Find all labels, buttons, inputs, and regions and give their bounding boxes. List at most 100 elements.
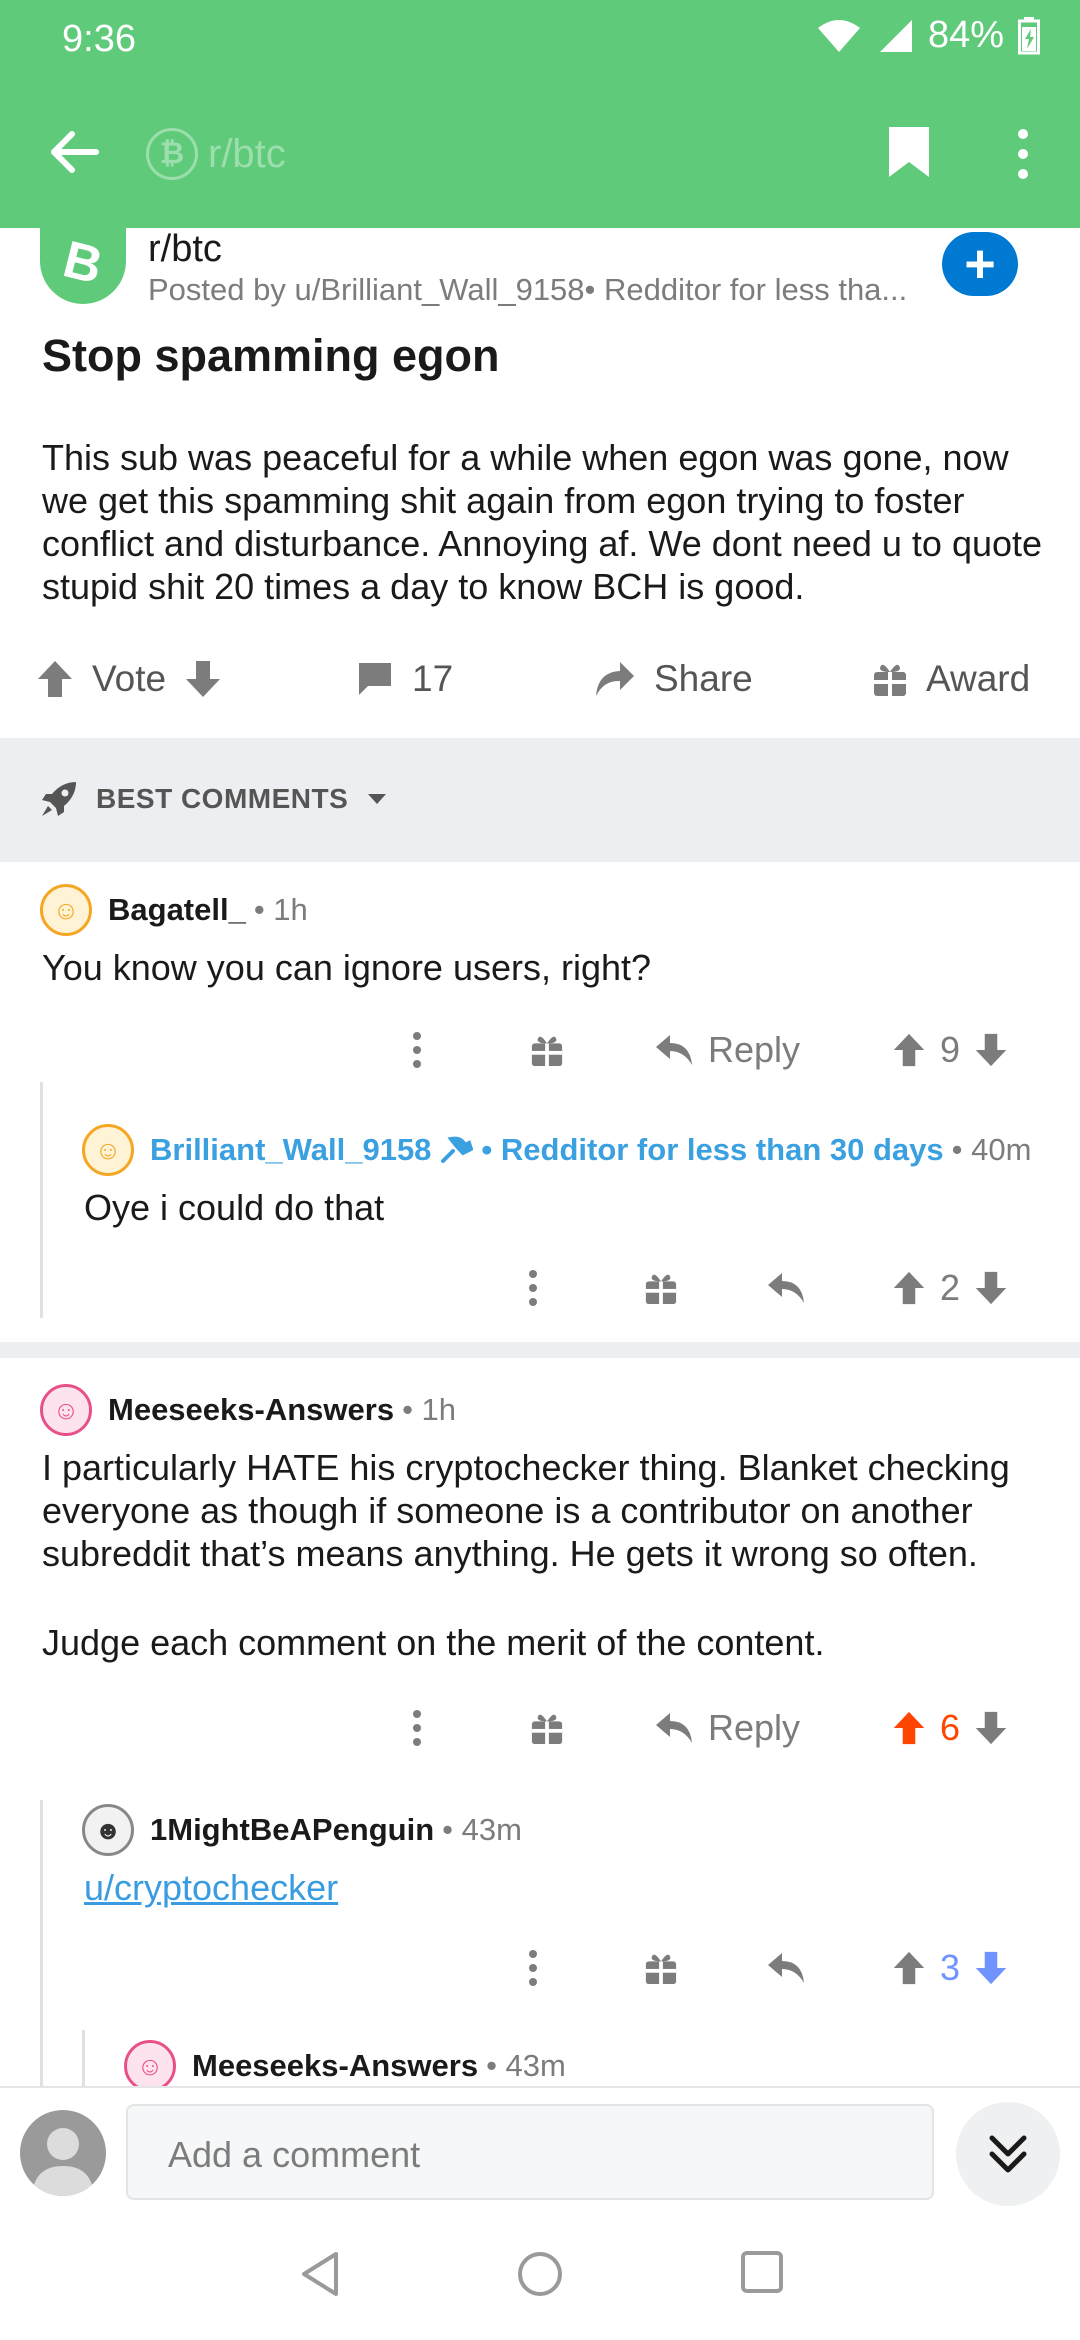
award-gift-icon (531, 1036, 563, 1067)
comment-vote-group: 2 (892, 1258, 1008, 1318)
comments-button[interactable]: 17 (356, 658, 453, 700)
comment-author[interactable]: Brilliant_Wall_9158 (150, 1132, 431, 1168)
comment-sort-bar: BEST COMMENTS (0, 738, 1080, 862)
avatar[interactable]: ☺ (40, 1384, 92, 1436)
chevron-down-icon (368, 794, 387, 804)
more-options-icon (529, 1270, 537, 1306)
award-button[interactable]: Award (872, 658, 1030, 700)
downvote-icon[interactable] (974, 1710, 1008, 1746)
next-comment-button[interactable] (956, 2102, 1060, 2206)
avatar[interactable]: ☺ (82, 1124, 134, 1176)
battery-icon (1018, 16, 1040, 54)
downvote-icon-active[interactable] (974, 1950, 1008, 1986)
comment-more-button[interactable] (410, 1020, 424, 1080)
comment-reply-button[interactable]: Reply (654, 1020, 800, 1080)
comment-time: • 43m (486, 2048, 566, 2083)
comment-reply-button[interactable]: Reply (654, 1698, 800, 1758)
comment-reply-button[interactable] (766, 1258, 806, 1318)
more-options-icon (413, 1032, 421, 1068)
bookmark-icon[interactable] (886, 124, 932, 180)
share-label: Share (654, 658, 753, 699)
comment-award-button[interactable] (644, 1258, 678, 1318)
user-avatar[interactable] (20, 2110, 106, 2196)
comment-award-button[interactable] (530, 1020, 564, 1080)
more-options-icon (413, 1710, 421, 1746)
share-icon (596, 662, 634, 696)
avatar[interactable]: ☻ (82, 1804, 134, 1856)
share-button[interactable]: Share (594, 658, 753, 700)
post-body: This sub was peaceful for a while when e… (42, 437, 1043, 607)
comment-more-button[interactable] (526, 1938, 540, 1998)
comment-paragraph: Judge each comment on the merit of the c… (42, 1622, 825, 1663)
comment-more-button[interactable] (526, 1258, 540, 1318)
comment-header: ☺ Meeseeks-Answers • 43m (124, 2040, 566, 2092)
appbar-subreddit: ₿ r/btc (146, 128, 286, 180)
comment-actions: Reply 6 (0, 1698, 1080, 1758)
comment-body: You know you can ignore users, right? (42, 947, 652, 988)
upvote-icon[interactable] (36, 659, 74, 699)
avatar[interactable]: ☺ (124, 2040, 176, 2092)
thread-line[interactable] (82, 2030, 85, 2086)
app-header: 9:36 84% ₿ r/btc (0, 0, 1080, 228)
join-button[interactable]: + (942, 232, 1018, 296)
reply-icon (656, 1035, 692, 1065)
upvote-icon[interactable] (892, 1950, 926, 1986)
comment-body: I particularly HATE his cryptochecker th… (42, 1446, 1052, 1664)
downvote-icon[interactable] (974, 1270, 1008, 1306)
award-gift-icon (645, 1954, 677, 1985)
downvote-icon[interactable] (974, 1032, 1008, 1068)
add-comment-input[interactable]: Add a comment (126, 2104, 934, 2200)
comment-author[interactable]: Meeseeks-Answers (192, 2048, 478, 2084)
more-options-icon[interactable] (1006, 124, 1040, 184)
upvote-icon[interactable] (892, 1032, 926, 1068)
award-gift-icon (531, 1714, 563, 1745)
comment-award-button[interactable] (644, 1938, 678, 1998)
post-title: Stop spamming egon (42, 330, 500, 381)
status-time: 9:36 (62, 18, 136, 60)
rocket-icon (42, 782, 76, 816)
user-silhouette-icon (32, 2128, 94, 2196)
comment-header: ☺ Meeseeks-Answers • 1h (40, 1384, 456, 1436)
comment-author[interactable]: 1MightBeAPenguin (150, 1812, 434, 1848)
nav-recents-icon[interactable] (740, 2250, 784, 2294)
comment-award-button[interactable] (530, 1698, 564, 1758)
nav-back-icon[interactable] (298, 2250, 342, 2298)
bitcoin-cash-logo-icon: B (57, 230, 109, 296)
comment-time: • 1h (253, 892, 308, 927)
status-icons: 84% (816, 14, 1040, 57)
comment-icon (359, 663, 391, 695)
back-arrow-icon[interactable] (44, 122, 104, 182)
subreddit-avatar[interactable]: B (40, 228, 126, 304)
post-actions: Vote 17 Share Award (0, 650, 1080, 720)
post-author-line[interactable]: Posted by u/Brilliant_Wall_9158• Reddito… (148, 272, 928, 308)
system-navigation-bar (0, 2216, 1080, 2340)
comment-author[interactable]: Bagatell_ (108, 892, 246, 928)
comment-author[interactable]: Meeseeks-Answers (108, 1392, 394, 1428)
post-subreddit-name[interactable]: r/btc (148, 228, 222, 271)
sort-dropdown[interactable]: BEST COMMENTS (40, 780, 388, 818)
upvote-icon-active[interactable] (892, 1710, 926, 1746)
vote-group: Vote (36, 658, 222, 700)
downvote-icon[interactable] (184, 659, 222, 699)
nav-home-icon[interactable] (516, 2250, 564, 2298)
comment-vote-group: 9 (892, 1020, 1008, 1080)
comment-time: • 43m (442, 1812, 522, 1847)
comment-time: • 40m (951, 1132, 1032, 1167)
redditor-badge: • Redditor for less than 30 days (481, 1132, 944, 1167)
comment-more-button[interactable] (410, 1698, 424, 1758)
user-link[interactable]: u/cryptochecker (84, 1867, 338, 1908)
comment-header: ☺ Bagatell_ • 1h (40, 884, 308, 936)
comment-score: 3 (940, 1947, 961, 1988)
comment-actions: 2 (0, 1258, 1080, 1318)
comment-vote-group: 6 (892, 1698, 1008, 1758)
reply-icon (768, 1273, 804, 1303)
more-options-icon (529, 1950, 537, 1986)
award-label: Award (926, 658, 1031, 699)
comment-reply-button[interactable] (766, 1938, 806, 1998)
comments-count: 17 (412, 658, 454, 699)
avatar[interactable]: ☺ (40, 884, 92, 936)
comment-score: 9 (940, 1029, 961, 1070)
comment-header: ☻ 1MightBeAPenguin • 43m (82, 1804, 522, 1856)
upvote-icon[interactable] (892, 1270, 926, 1306)
award-gift-icon (645, 1274, 677, 1305)
